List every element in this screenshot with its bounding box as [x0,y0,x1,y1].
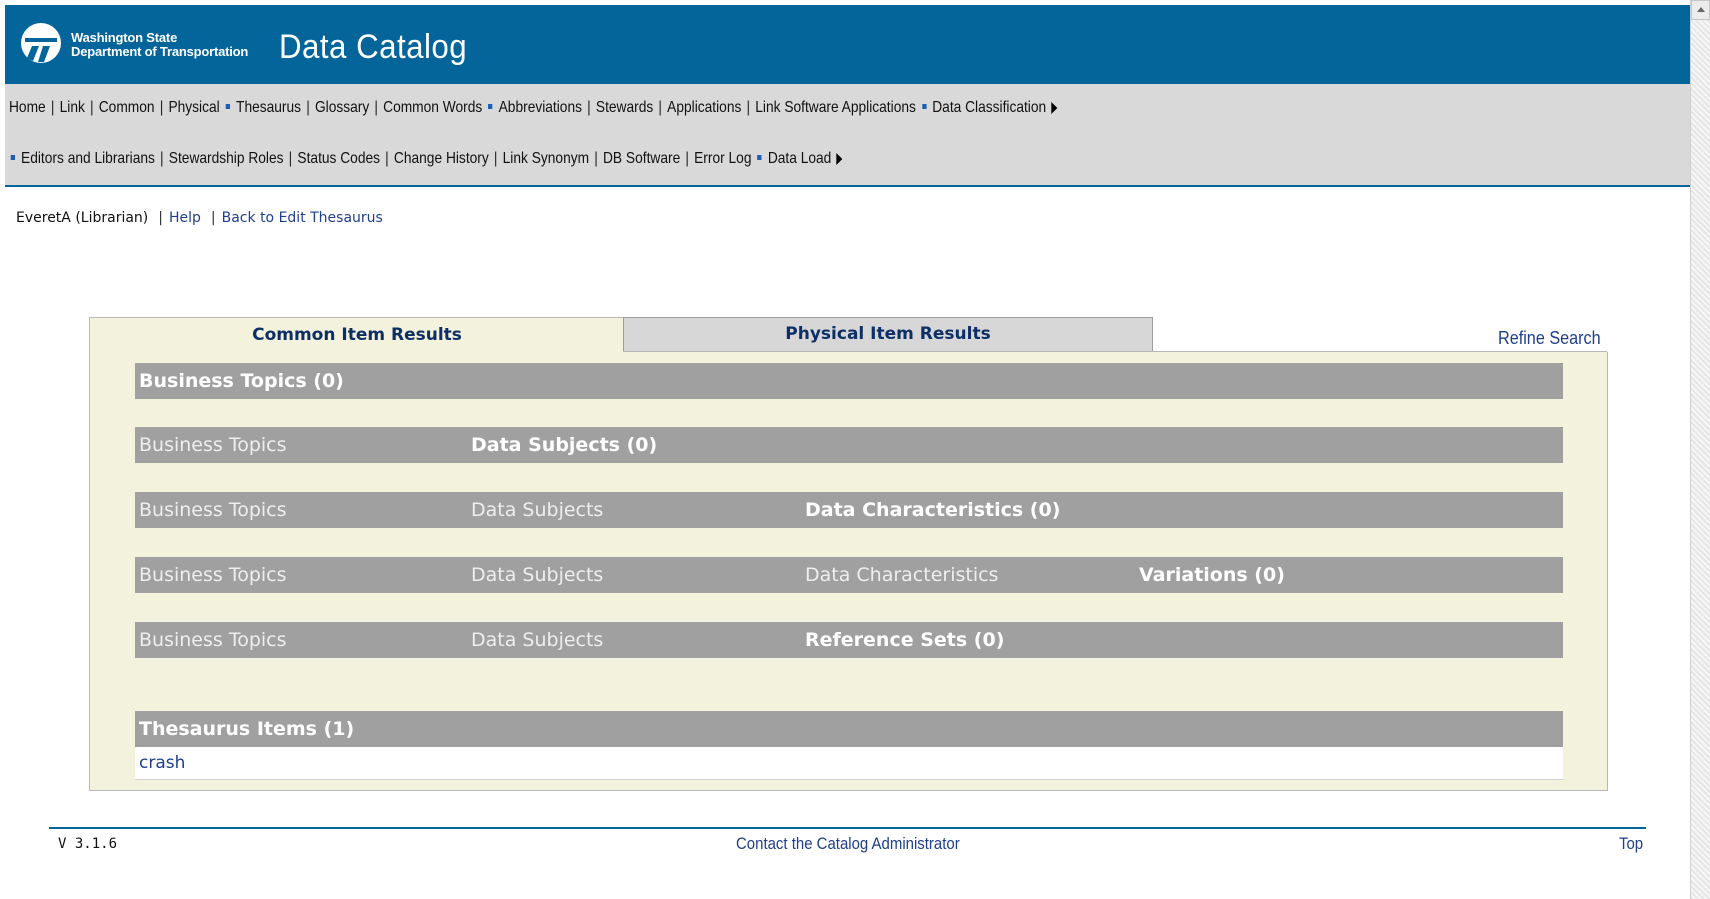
nav-physical[interactable]: Physical [168,99,219,116]
nav-bullet-icon [488,103,493,109]
user-bar: EveretA (Librarian) | Help | Back to Edit Th… [16,210,383,226]
nav-link-software-applications[interactable]: Link Software Applications [755,99,916,116]
nav-error-log[interactable]: Error Log [694,150,751,167]
current-user: EveretA (Librarian) [16,210,149,226]
nav-bullet-icon [757,154,762,160]
nav-separator: | [90,99,94,116]
nav-status-codes[interactable]: Status Codes [297,150,380,167]
variations-title: Variations (0) [1139,564,1285,586]
crumb-business-topics: Business Topics [139,499,287,521]
nav-bullet-icon [10,154,16,160]
back-to-edit-thesaurus-link[interactable]: Back to Edit Thesaurus [222,210,383,226]
data-characteristics-title: Data Characteristics (0) [805,499,1061,521]
tab-physical-item-results[interactable]: Physical Item Results [623,317,1153,352]
data-characteristics-header: Business Topics Data Subjects Data Chara… [135,492,1563,528]
help-link[interactable]: Help [169,210,201,226]
crumb-data-subjects: Data Subjects [471,629,604,651]
nav-separator: | [385,150,389,167]
data-subjects-title: Data Subjects (0) [471,434,658,456]
nav-applications[interactable]: Applications [667,99,741,116]
nav-data-classification[interactable]: Data Classification [932,99,1046,116]
nav-common-words[interactable]: Common Words [383,99,482,116]
nav-separator: | [288,150,293,167]
nav-link-synonym[interactable]: Link Synonym [503,150,589,167]
crumb-business-topics: Business Topics [139,434,287,456]
nav-separator: | [50,99,55,116]
contact-admin-link[interactable]: Contact the Catalog Administrator [736,834,960,854]
nav-row-2: Editors and Librarians | Stewardship Roles… [9,150,843,168]
submenu-arrow-icon[interactable] [1051,101,1058,114]
user-bar-separator: | [210,210,216,226]
nav-thesaurus[interactable]: Thesaurus [236,99,301,116]
scroll-up-arrow-icon[interactable] [1691,0,1710,20]
nav-separator: | [374,99,378,116]
nav-data-load[interactable]: Data Load [768,150,832,167]
nav-db-software[interactable]: DB Software [603,150,680,167]
nav-home[interactable]: Home [9,99,46,116]
vertical-scrollbar[interactable] [1690,0,1710,899]
user-bar-separator: | [158,210,163,226]
thesaurus-items-header: Thesaurus Items (1) [135,711,1563,747]
reference-sets-header: Business Topics Data Subjects Reference … [135,622,1563,658]
crumb-data-subjects: Data Subjects [471,499,604,521]
variations-header: Business Topics Data Subjects Data Chara… [135,557,1563,593]
nav-separator: | [160,150,164,167]
thesaurus-items-list: crash [135,747,1563,780]
nav-bullet-icon [225,103,231,109]
crumb-data-subjects: Data Subjects [471,564,604,586]
nav-separator: | [493,150,498,167]
agency-line-2: Department of Transportation [71,44,249,59]
app-title: Data Catalog [279,28,468,66]
reference-sets-title: Reference Sets (0) [805,629,1005,651]
thesaurus-item-link[interactable]: crash [139,753,185,773]
nav-bullet-icon [921,103,927,109]
nav-abbreviations[interactable]: Abbreviations [499,99,582,116]
crumb-business-topics: Business Topics [139,629,287,651]
business-topics-title: Business Topics (0) [139,370,344,392]
nav-change-history[interactable]: Change History [394,150,489,167]
nav-separator: | [658,99,662,116]
common-results-panel: Business Topics (0) Business Topics Data… [89,352,1608,791]
nav-separator: | [746,99,751,116]
agency-name: Washington State Department of Transport… [71,31,248,59]
refine-search-link[interactable]: Refine Search [1498,328,1601,349]
nav-link[interactable]: Link [60,99,85,116]
nav-separator: | [306,99,310,116]
thesaurus-items-title: Thesaurus Items (1) [139,718,355,740]
crumb-business-topics: Business Topics [139,564,287,586]
nav-stewardship-roles[interactable]: Stewardship Roles [169,150,284,167]
top-link[interactable]: Top [1619,834,1643,854]
tab-common-item-results[interactable]: Common Item Results [89,317,625,353]
nav-separator: | [159,99,164,116]
crumb-data-characteristics: Data Characteristics [805,564,999,586]
nav-stewards[interactable]: Stewards [596,99,653,116]
wsdot-logo-icon [21,23,61,63]
site-header: Washington State Department of Transport… [5,5,1691,84]
business-topics-header: Business Topics (0) [135,363,1563,399]
version-label: V 3.1.6 [58,836,118,852]
main-nav: Home | Link | Common | Physical Thesaurus | Gloss… [5,84,1691,187]
nav-separator: | [587,99,591,116]
data-subjects-header: Business Topics Data Subjects (0) [135,427,1563,463]
nav-common[interactable]: Common [99,99,155,116]
nav-glossary[interactable]: Glossary [315,99,369,116]
agency-line-1: Washington State [71,30,178,45]
nav-row-1: Home | Link | Common | Physical Thesaurus | Gloss… [9,99,1058,117]
nav-separator: | [594,150,598,167]
nav-editors-and-librarians[interactable]: Editors and Librarians [21,150,155,167]
nav-separator: | [685,150,689,167]
footer-divider [49,827,1646,829]
submenu-arrow-icon[interactable] [836,152,843,165]
